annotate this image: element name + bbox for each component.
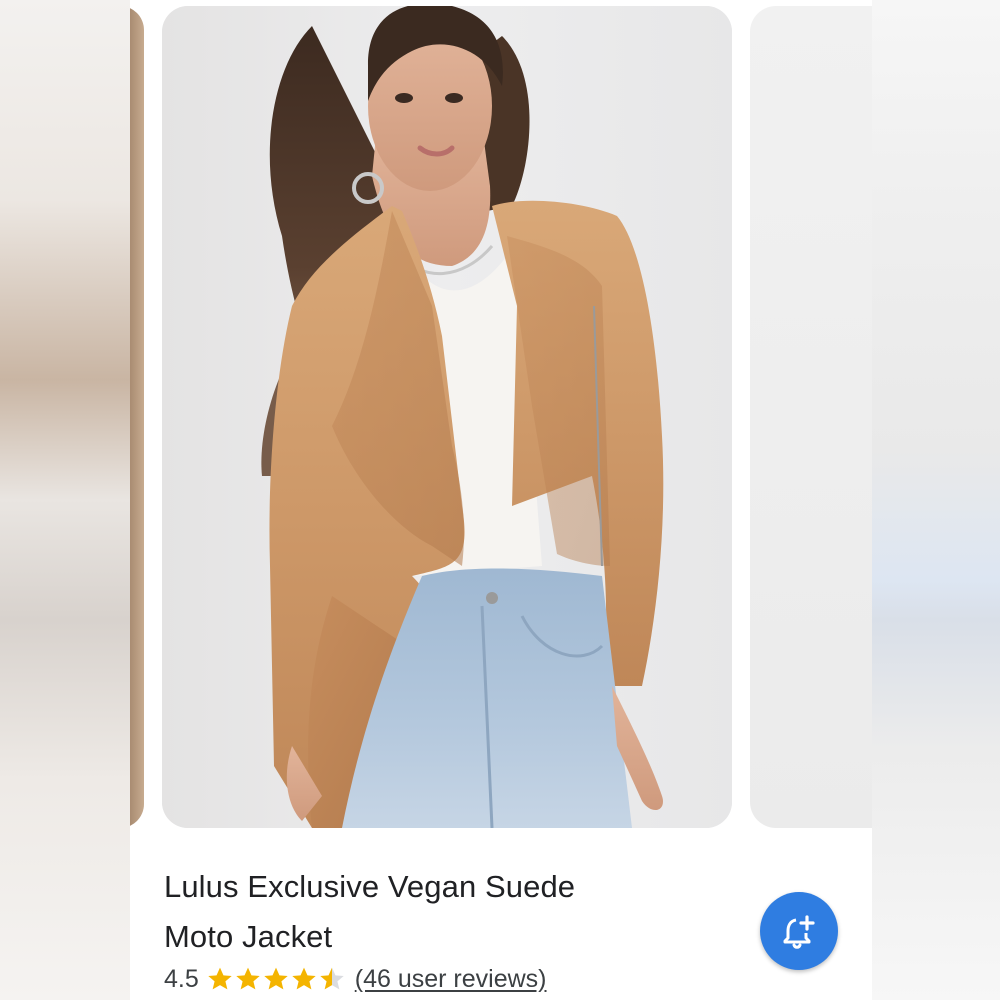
star-icon xyxy=(264,967,288,990)
add-alert-bell-icon xyxy=(783,915,815,949)
price-alert-button[interactable] xyxy=(760,892,838,970)
star-icon xyxy=(208,967,232,990)
product-title[interactable]: Lulus Exclusive Vegan Suede Moto Jacket xyxy=(164,862,684,962)
product-title-line1: Lulus Exclusive Vegan Suede xyxy=(164,869,576,904)
rating-value: 4.5 xyxy=(164,964,199,993)
product-card-stage: Lulus Exclusive Vegan Suede Moto Jacket … xyxy=(130,0,872,1000)
product-title-line2: Moto Jacket xyxy=(164,919,333,954)
background-blur-left xyxy=(0,0,130,1000)
previous-image-card[interactable] xyxy=(130,6,144,828)
product-photo xyxy=(162,6,732,828)
star-icon xyxy=(320,967,344,990)
user-reviews-link[interactable]: (46 user reviews) xyxy=(355,965,547,994)
rating-row: 4.5 (46 user reviews) xyxy=(164,962,547,996)
background-blur-right xyxy=(872,0,1000,1000)
star-rating xyxy=(207,966,345,992)
next-image-card[interactable] xyxy=(750,6,872,828)
star-icon xyxy=(236,967,260,990)
product-image-card[interactable] xyxy=(162,6,732,828)
star-icon xyxy=(292,967,316,990)
